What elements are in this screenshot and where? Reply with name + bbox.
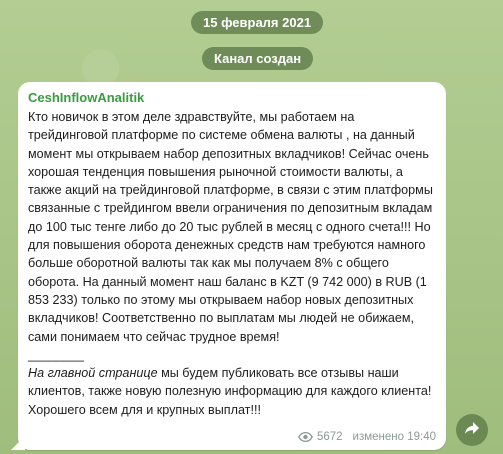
- sender-name[interactable]: CeshInflowAnalitik: [28, 89, 436, 106]
- edited-timestamp: изменено 19:40: [352, 431, 436, 443]
- message-bubble[interactable]: CeshInflowAnalitik Кто новичок в этом де…: [18, 82, 446, 450]
- message-meta: 5672 изменено 19:40: [297, 431, 436, 443]
- message-paragraph-2: На главной странице мы будем публиковать…: [28, 364, 436, 419]
- date-badge: 15 февраля 2021: [191, 11, 324, 34]
- message-paragraph: Кто новичок в этом деле здравствуйте, мы…: [28, 110, 433, 344]
- share-button[interactable]: [456, 414, 488, 446]
- view-count: 5672: [316, 431, 343, 443]
- eye-icon: [297, 432, 313, 442]
- share-arrow-icon: [464, 421, 480, 440]
- channel-created-badge: Канал создан: [202, 47, 314, 70]
- message-text: Кто новичок в этом деле здравствуйте, мы…: [28, 108, 436, 419]
- message-separator: ________: [28, 347, 85, 362]
- main-page-link[interactable]: На главной странице: [28, 366, 158, 380]
